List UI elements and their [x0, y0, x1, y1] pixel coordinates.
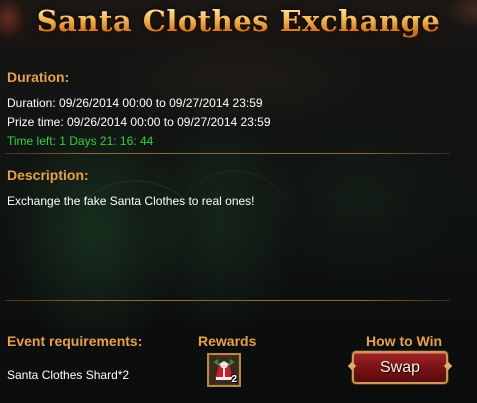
duration-text: Duration: 09/26/2014 00:00 to 09/27/2014…: [7, 96, 263, 110]
background-arch: [175, 170, 295, 292]
how-to-win-heading: How to Win: [366, 333, 443, 349]
duration-heading: Duration:: [7, 69, 70, 85]
description-heading: Description:: [7, 167, 89, 183]
event-requirements-heading: Event requirements:: [7, 333, 143, 349]
section-divider: [5, 153, 450, 154]
reward-item-slot[interactable]: 2: [207, 353, 241, 387]
time-left-countdown: Time left: 1 Days 21: 16: 44: [7, 134, 154, 148]
description-text: Exchange the fake Santa Clothes to real …: [7, 194, 255, 208]
reward-item-count: 2: [231, 374, 237, 385]
rewards-heading: Rewards: [198, 333, 257, 349]
event-title: Santa Clothes Exchange: [0, 4, 477, 38]
swap-button[interactable]: Swap: [352, 351, 448, 384]
requirement-item: Santa Clothes Shard*2: [7, 368, 130, 382]
section-divider: [5, 300, 450, 301]
prize-time-text: Prize time: 09/26/2014 00:00 to 09/27/20…: [7, 115, 271, 129]
